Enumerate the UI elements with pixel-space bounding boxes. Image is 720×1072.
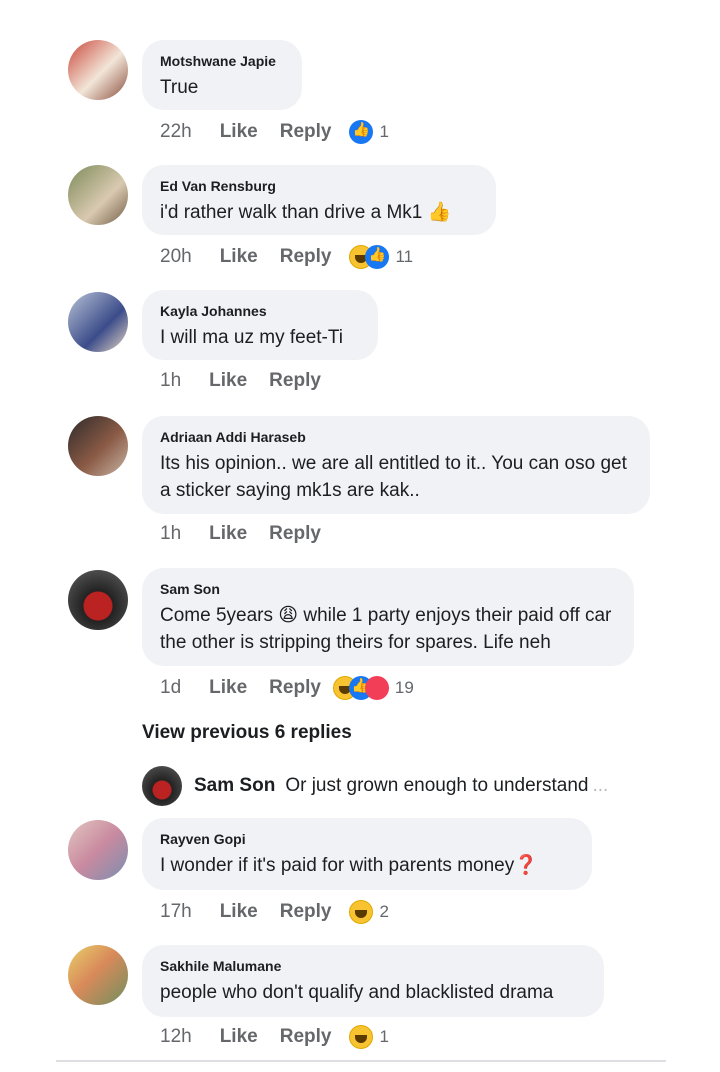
comment-bubble: Rayven Gopi I wonder if it's paid for wi… — [142, 818, 592, 890]
haha-icon — [349, 900, 374, 924]
like-button[interactable]: Like — [209, 523, 247, 545]
comment-text: True — [160, 77, 199, 98]
comment-time[interactable]: 1d — [160, 677, 181, 699]
reply-button[interactable]: Reply — [269, 523, 321, 545]
comment-actions: 17h Like Reply 2 — [160, 900, 389, 924]
like-button[interactable]: Like — [220, 901, 258, 923]
reply-button[interactable]: Reply — [280, 901, 332, 923]
reply-author[interactable]: Sam Son — [194, 775, 275, 797]
avatar[interactable] — [68, 945, 128, 1005]
reaction-count: 1 — [379, 1027, 389, 1046]
like-button[interactable]: Like — [220, 121, 258, 143]
comment-author[interactable]: Rayven Gopi — [160, 830, 574, 848]
comment-bubble: Ed Van Rensburg i'd rather walk than dri… — [142, 165, 496, 235]
reply-button[interactable]: Reply — [280, 1026, 332, 1048]
truncation-ellipsis: ... — [592, 775, 609, 796]
like-icon — [349, 120, 374, 144]
comment-actions: 1d Like Reply 19 — [160, 676, 414, 700]
reply-preview[interactable]: Sam Son Or just grown enough to understa… — [142, 766, 608, 806]
reply-button[interactable]: Reply — [269, 370, 321, 392]
reaction-summary[interactable]: 19 — [332, 676, 414, 700]
reaction-count: 1 — [379, 122, 389, 141]
comment-time[interactable]: 20h — [160, 246, 192, 268]
comment-actions: 22h Like Reply 1 — [160, 120, 389, 144]
reaction-count: 2 — [379, 902, 389, 921]
comment-time[interactable]: 22h — [160, 121, 192, 143]
comment-author[interactable]: Motshwane Japie — [160, 52, 284, 70]
reaction-count: 11 — [395, 247, 414, 266]
comment-text: Come 5years 😩 while 1 party enjoys their… — [160, 605, 612, 653]
avatar[interactable] — [68, 292, 128, 352]
comment-text: Its his opinion.. we are all entitled to… — [160, 453, 627, 501]
avatar[interactable] — [68, 570, 128, 630]
reaction-summary[interactable]: 1 — [349, 120, 389, 144]
comment-time[interactable]: 1h — [160, 523, 181, 545]
reply-button[interactable]: Reply — [280, 246, 332, 268]
comment-time[interactable]: 1h — [160, 370, 181, 392]
reply-button[interactable]: Reply — [269, 677, 321, 699]
like-button[interactable]: Like — [220, 246, 258, 268]
haha-icon — [349, 1025, 374, 1049]
reaction-count: 19 — [394, 678, 414, 697]
comment-author[interactable]: Adriaan Addi Haraseb — [160, 428, 632, 446]
comment-actions: 20h Like Reply 11 — [160, 245, 413, 269]
avatar[interactable] — [68, 416, 128, 476]
reaction-summary[interactable]: 1 — [349, 1025, 389, 1049]
comment-bubble: Kayla Johannes I will ma uz my feet-Ti — [142, 290, 378, 360]
avatar[interactable] — [68, 165, 128, 225]
love-icon — [364, 676, 389, 700]
comment-actions: 1h Like Reply — [160, 523, 343, 545]
comment-text: people who don't qualify and blacklisted… — [160, 982, 554, 1003]
like-icon — [365, 245, 390, 269]
comment-text: I wonder if it's paid for with parents m… — [160, 855, 538, 876]
like-button[interactable]: Like — [209, 370, 247, 392]
comment-bubble: Adriaan Addi Haraseb Its his opinion.. w… — [142, 416, 650, 514]
avatar[interactable] — [142, 766, 182, 806]
view-previous-replies-link[interactable]: View previous 6 replies — [142, 722, 352, 744]
comment-actions: 12h Like Reply 1 — [160, 1025, 389, 1049]
avatar[interactable] — [68, 40, 128, 100]
comment-author[interactable]: Kayla Johannes — [160, 302, 360, 320]
comment-text: I will ma uz my feet-Ti — [160, 327, 343, 348]
reaction-summary[interactable]: 2 — [349, 900, 389, 924]
comment-text: i'd rather walk than drive a Mk1 👍 — [160, 202, 452, 223]
comment-bubble: Sakhile Malumane people who don't qualif… — [142, 945, 604, 1017]
comment-author[interactable]: Ed Van Rensburg — [160, 177, 478, 195]
like-button[interactable]: Like — [209, 677, 247, 699]
comment-bubble: Motshwane Japie True — [142, 40, 302, 110]
comment-author[interactable]: Sam Son — [160, 580, 616, 598]
reply-text: Or just grown enough to understand — [285, 775, 589, 796]
comment-actions: 1h Like Reply — [160, 370, 343, 392]
comment-bubble: Sam Son Come 5years 😩 while 1 party enjo… — [142, 568, 634, 666]
like-button[interactable]: Like — [220, 1026, 258, 1048]
comment-time[interactable]: 12h — [160, 1026, 192, 1048]
comment-time[interactable]: 17h — [160, 901, 192, 923]
comment-author[interactable]: Sakhile Malumane — [160, 957, 586, 975]
avatar[interactable] — [68, 820, 128, 880]
reaction-summary[interactable]: 11 — [349, 245, 413, 269]
divider — [56, 1060, 666, 1062]
reply-button[interactable]: Reply — [280, 121, 332, 143]
